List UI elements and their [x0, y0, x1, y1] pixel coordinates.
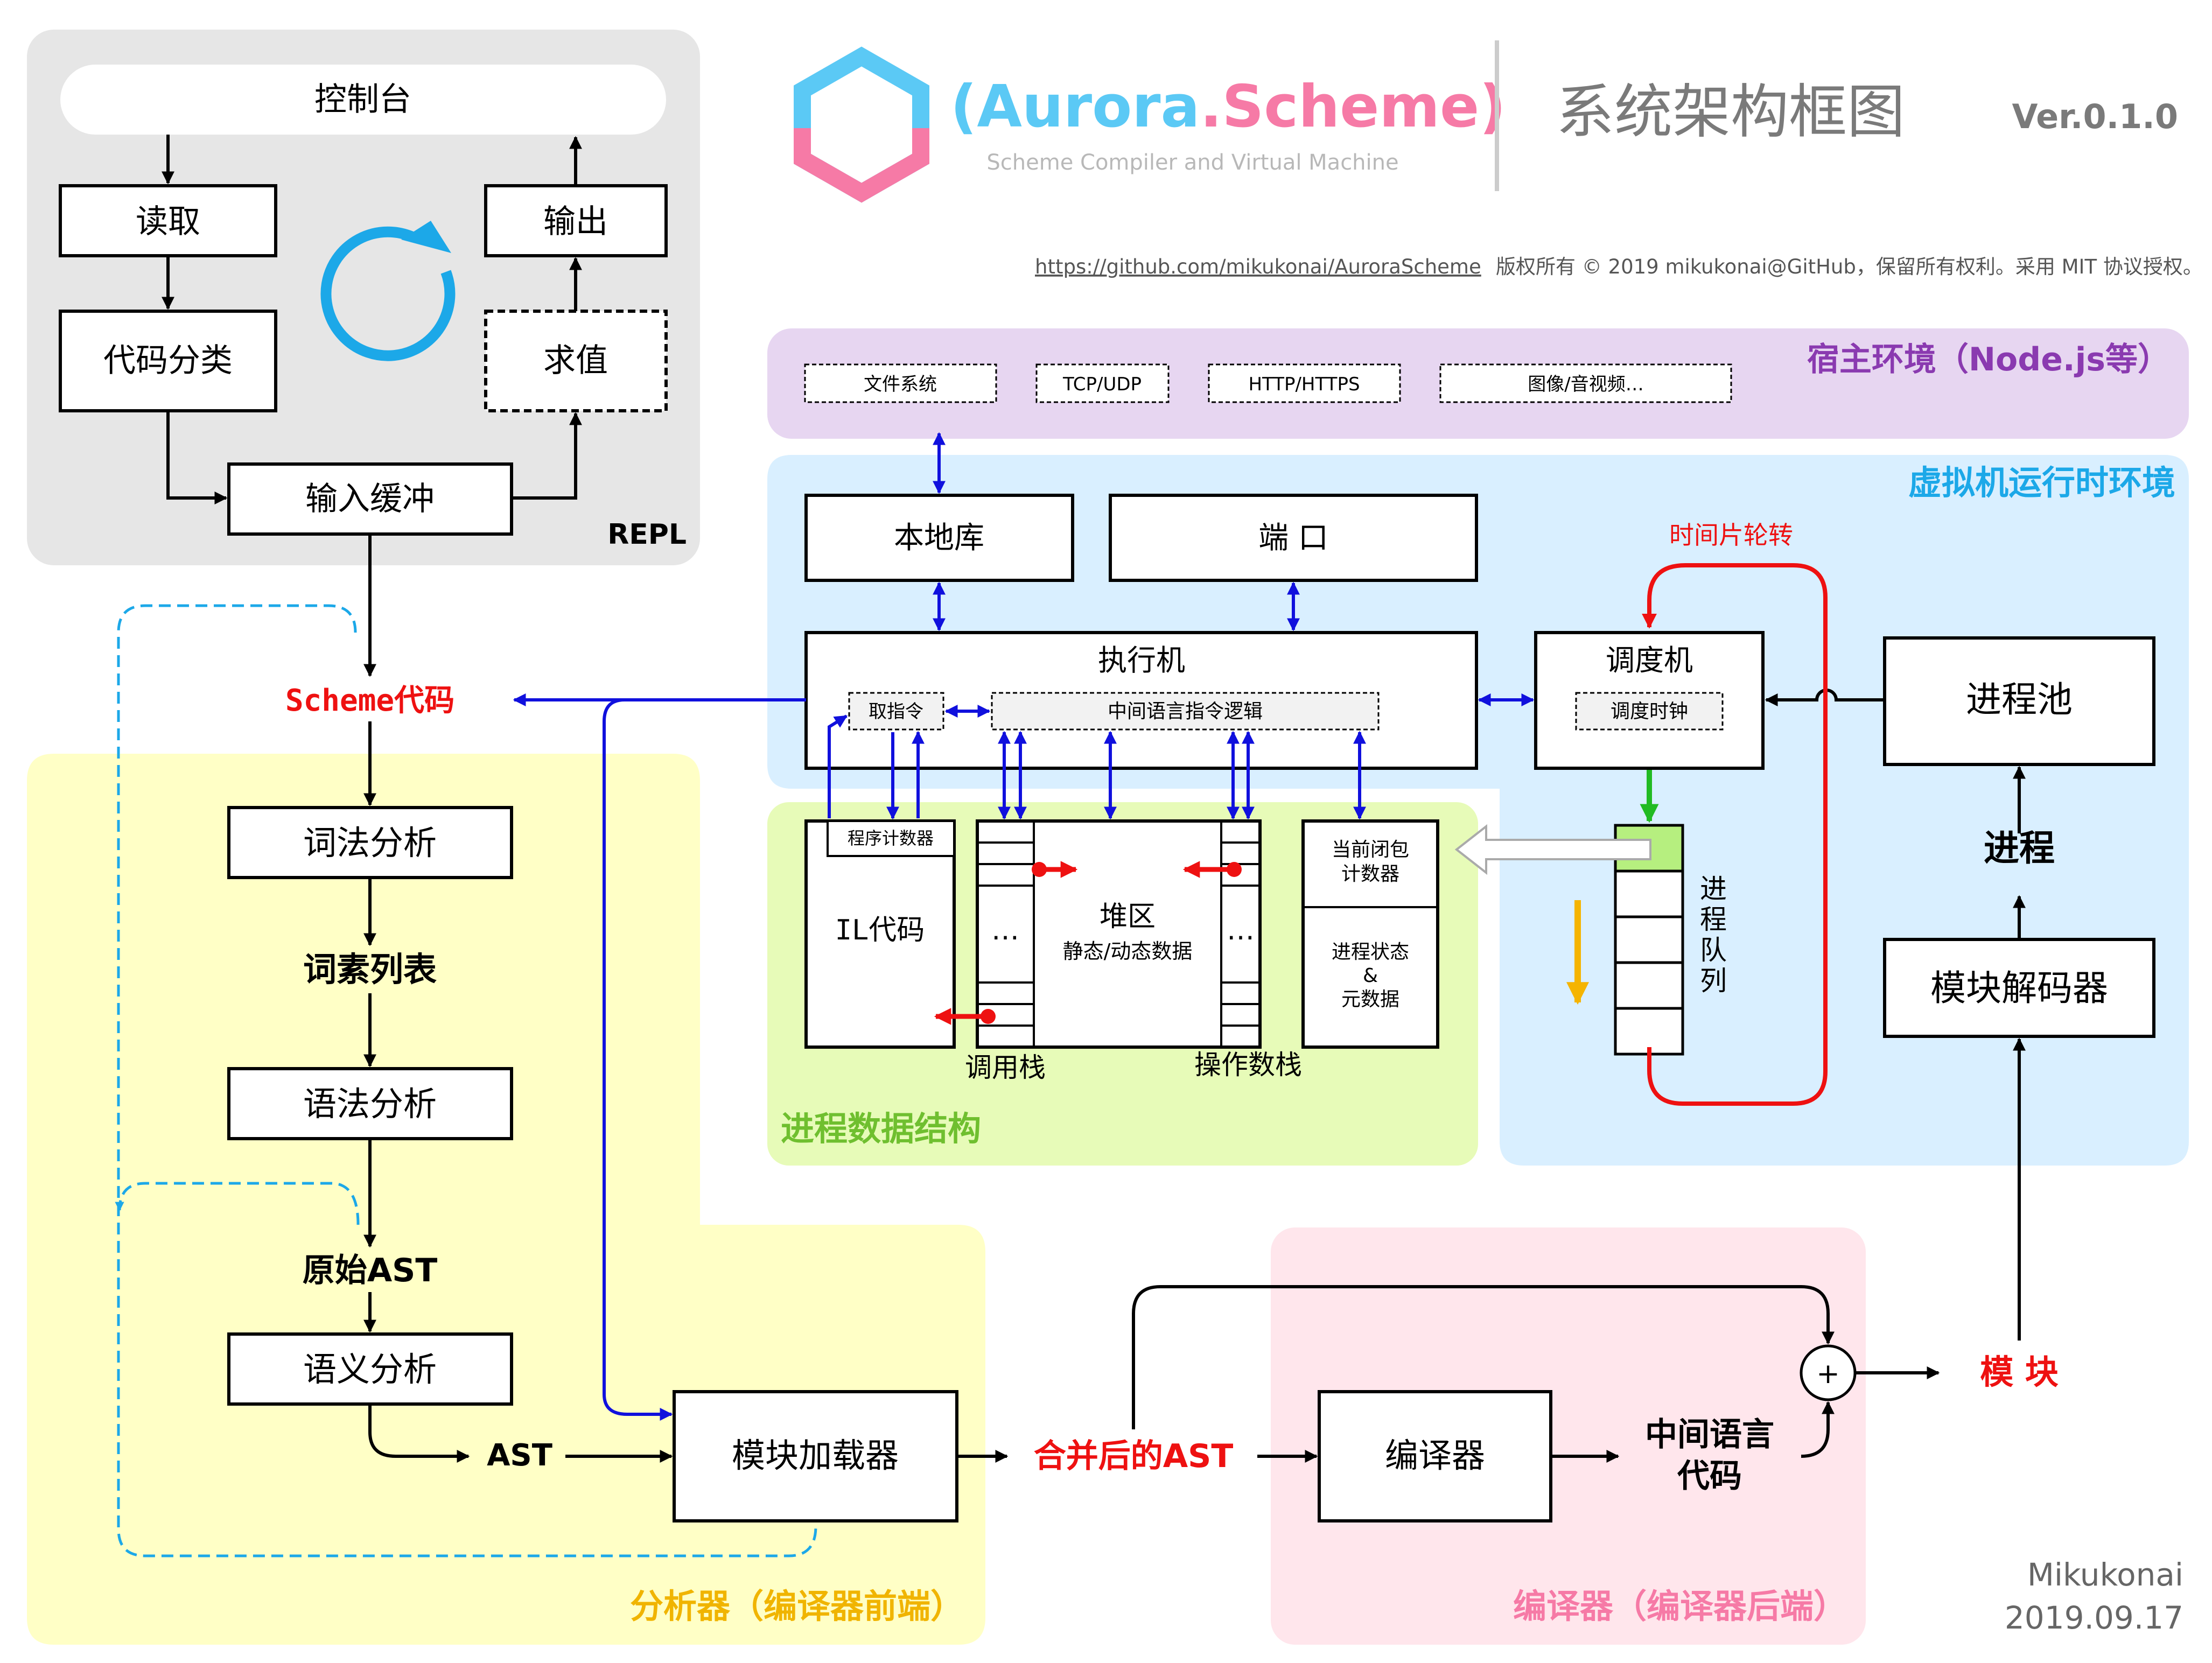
module-decoder-label: 模块解码器 [1930, 967, 2108, 1009]
il-logic-label: 中间语言指令逻辑 [1108, 700, 1263, 722]
raw-ast-label: 原始AST [303, 1252, 438, 1289]
module-loader-label: 模块加载器 [732, 1436, 899, 1475]
version-label: Ver.0.1.0 [2012, 97, 2178, 136]
input-buffer-label: 输入缓冲 [305, 480, 435, 518]
fetch-label: 取指令 [869, 701, 923, 722]
time-slice-label: 时间片轮转 [1669, 521, 1793, 550]
logo-subtitle: Scheme Compiler and Virtual Machine [986, 150, 1398, 175]
output-label: 输出 [543, 203, 608, 241]
host-item-filesystem: 文件系统 [864, 374, 937, 395]
local-lib-label: 本地库 [894, 521, 984, 556]
vm-region-label: 虚拟机运行时环境 [1908, 463, 2175, 502]
call-stack-label: 调用栈 [965, 1052, 1046, 1083]
heap-label: 堆区 [1100, 901, 1156, 933]
queue-char-4: 列 [1700, 965, 1727, 997]
process-label: 进程 [1984, 827, 2055, 869]
state-label-line3: 元数据 [1341, 988, 1399, 1011]
repl-label: REPL [607, 518, 687, 551]
queue-slot [1614, 915, 1684, 964]
logo-open: ( [950, 73, 977, 141]
queue-char-2: 程 [1700, 904, 1727, 935]
queue-char-3: 队 [1700, 935, 1727, 966]
queue-slot [1614, 961, 1684, 1010]
copyright-text: 版权所有 © 2019 mikukonai@GitHub，保留所有权利。采用 M… [1496, 255, 2203, 278]
il-code-box-label: IL代码 [835, 914, 925, 946]
process-data-region-label: 进程数据结构 [781, 1109, 981, 1148]
read-label: 读取 [136, 203, 200, 241]
scheme-code-label: Scheme代码 [285, 683, 454, 718]
il-code-label-line2: 代码 [1677, 1457, 1742, 1495]
queue-char-1: 进 [1700, 873, 1727, 904]
date-label: 2019.09.17 [2005, 1599, 2183, 1636]
host-item-media: 图像/音视频… [1528, 374, 1643, 395]
logo-word-aurora: Aurora [977, 73, 1200, 141]
module-label: 模 块 [1980, 1352, 2059, 1392]
merge-plus-sign: + [1816, 1358, 1840, 1390]
compiler-label: 编译器 [1385, 1436, 1485, 1475]
host-item-tcp: TCP/UDP [1062, 374, 1142, 395]
analyzer-region-label: 分析器（编译器前端） [630, 1587, 964, 1626]
sched-clock-label: 调度时钟 [1611, 700, 1688, 722]
evaluate-label: 求值 [543, 342, 608, 380]
call-stack-dots: … [991, 914, 1019, 946]
classify-label: 代码分类 [103, 342, 233, 380]
repo-link[interactable]: https://github.com/mikukonai/AuroraSchem… [1035, 255, 1481, 278]
logo-word-scheme: Scheme [1222, 73, 1479, 141]
process-pool-label: 进程池 [1966, 679, 2073, 720]
operand-stack-dots: … [1227, 914, 1255, 946]
parser-label: 语法分析 [303, 1084, 437, 1124]
pc-label: 程序计数器 [848, 828, 934, 848]
host-item-http: HTTP/HTTPS [1248, 374, 1360, 395]
queue-slot [1614, 869, 1684, 918]
lexer-label: 词法分析 [303, 823, 437, 862]
host-region-label: 宿主环境（Node.js等） [1807, 341, 2170, 378]
heap-sub-label: 静态/动态数据 [1063, 939, 1193, 963]
closure-label-line1: 当前闭包 [1332, 839, 1409, 861]
scheduler-label: 调度机 [1606, 643, 1693, 677]
logo-dot: . [1200, 73, 1222, 141]
state-label-line2: & [1363, 965, 1378, 987]
executor-label: 执行机 [1098, 643, 1185, 677]
merged-ast-label: 合并后的AST [1034, 1437, 1234, 1475]
host-items: 文件系统 TCP/UDP HTTP/HTTPS 图像/音视频… [804, 363, 1732, 403]
operand-stack-label: 操作数栈 [1194, 1049, 1302, 1080]
semantic-label: 语义分析 [303, 1350, 437, 1389]
ast-label: AST [487, 1438, 552, 1473]
closure-label-line2: 计数器 [1341, 863, 1399, 885]
compiler-region-label: 编译器（编译器后端） [1513, 1587, 1847, 1626]
token-list-label: 词素列表 [303, 950, 437, 989]
logo-close: ) [1479, 73, 1506, 141]
architecture-diagram: (Aurora.Scheme) Scheme Compiler and Virt… [27, 30, 2203, 1645]
il-code-label-line1: 中间语言 [1645, 1416, 1774, 1454]
aurora-logo-icon [794, 46, 929, 203]
port-label: 端 口 [1258, 521, 1328, 556]
state-label-line1: 进程状态 [1332, 941, 1409, 963]
console-label: 控制台 [314, 81, 411, 118]
logo-title: (Aurora.Scheme) [950, 73, 1506, 141]
author-label: Mikukonai [2027, 1556, 2183, 1593]
page-title: 系统架构框图 [1556, 79, 1905, 146]
heap-box [976, 819, 1262, 1049]
